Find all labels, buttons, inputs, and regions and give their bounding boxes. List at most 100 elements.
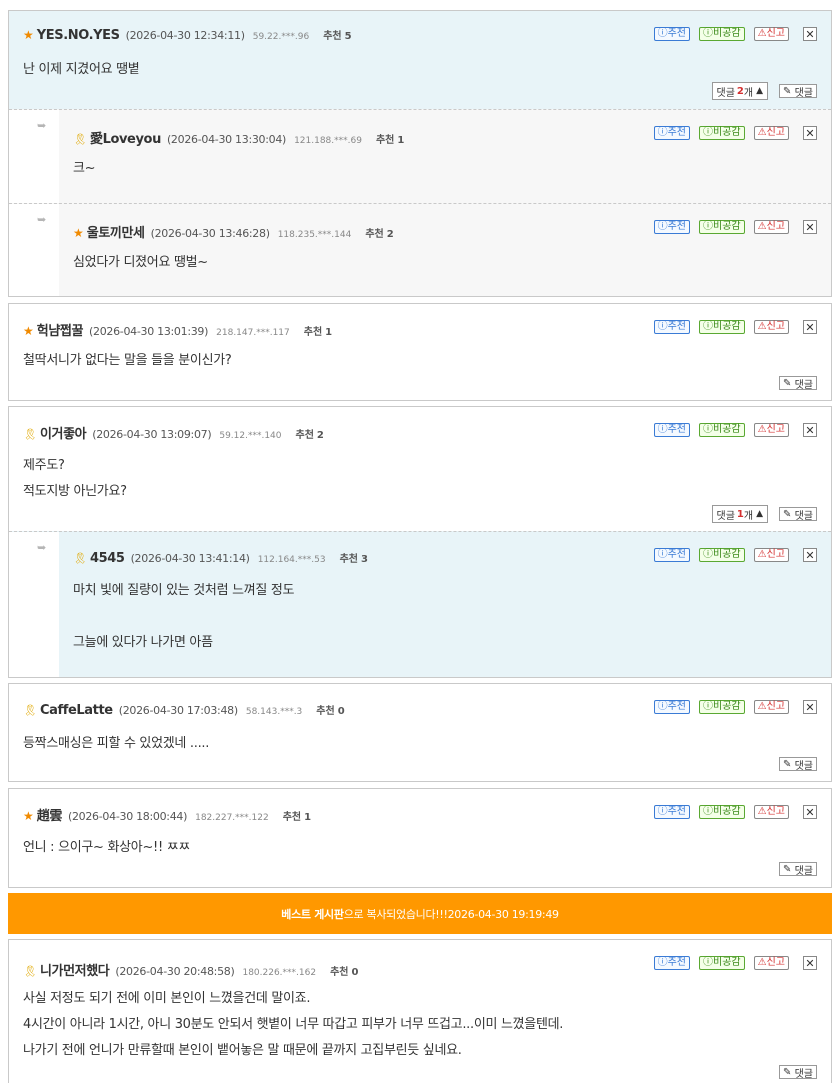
report-button[interactable]: ⚠ 신고 [753, 320, 789, 334]
close-icon[interactable]: ✕ [803, 27, 817, 41]
comment-date: (2026-04-30 13:01:39) [89, 325, 209, 338]
not-recommend-button[interactable]: ⓘ비공감 [699, 700, 745, 714]
best-board-link[interactable]: 베스트 게시판 [281, 906, 344, 922]
reply-button[interactable]: ✎ 댓글 [779, 376, 817, 391]
siren-icon: ⚠ [757, 701, 767, 712]
ribbon-badge-icon: 🎗 [23, 704, 37, 717]
comment-body: 사실 저정도 되기 전에 이미 본인이 느꼈을건데 말이죠. 4시간이 아니라 … [23, 991, 564, 1058]
reply-button[interactable]: ✎ 댓글 [779, 1065, 817, 1080]
pencil-icon: ✎ [783, 85, 792, 97]
reply-button[interactable]: ✎ 댓글 [779, 757, 817, 772]
close-icon[interactable]: ✕ [803, 126, 817, 140]
close-icon[interactable]: ✕ [803, 220, 817, 234]
report-button[interactable]: ⚠ 신고 [753, 805, 789, 819]
comment-author[interactable]: CaffeLatte [40, 703, 113, 718]
not-recommend-button[interactable]: ⓘ비공감 [699, 548, 745, 562]
comment-author[interactable]: 헉냠쩝꿀 [37, 320, 84, 339]
report-button[interactable]: ⚠ 신고 [753, 220, 789, 234]
ribbon-badge-icon: 🎗 [23, 428, 37, 441]
comment-ip: 59.12.***.140 [219, 431, 282, 441]
pencil-icon: ✎ [783, 758, 792, 770]
comment-ip: 180.226.***.162 [242, 968, 317, 978]
report-button[interactable]: ⚠ 신고 [753, 27, 789, 41]
comment-ip: 182.227.***.122 [195, 813, 269, 823]
comment-ip: 59.22.***.96 [252, 32, 310, 42]
comment-author[interactable]: 울토끼만세 [87, 222, 145, 241]
comment-actions: ⓘ추천 ⓘ비공감 ⚠ 신고 ✕ [645, 220, 817, 234]
reply-button[interactable]: ✎ 댓글 [779, 862, 817, 877]
comment-author[interactable]: 趙雲 [37, 805, 63, 824]
not-recommend-button[interactable]: ⓘ비공감 [699, 956, 745, 970]
comment-date: (2026-04-30 20:48:58) [115, 965, 235, 978]
comment-body: 언니 : 으이구~ 화상아~!! ㅉㅉ [23, 840, 191, 855]
not-recommend-button[interactable]: ⓘ비공감 [699, 27, 745, 41]
comment-actions: ⓘ추천 ⓘ비공감 ⚠ 신고 ✕ [645, 320, 817, 334]
comment-author[interactable]: 이거좋아 [40, 423, 87, 442]
siren-icon: ⚠ [757, 321, 767, 332]
comment-body: 난 이제 지겼어요 땡볕 [23, 62, 140, 77]
comment-thread: ★ 헉냠쩝꿀 (2026-04-30 13:01:39) 218.147.***… [8, 303, 832, 401]
comment-author[interactable]: 4545 [90, 551, 125, 566]
comment-ip: 58.143.***.3 [245, 707, 303, 717]
recommend-button[interactable]: ⓘ추천 [653, 548, 691, 562]
report-button[interactable]: ⚠ 신고 [753, 548, 789, 562]
triangle-up-icon: ▲ [756, 509, 764, 519]
comment-body: 크~ [73, 161, 96, 176]
comment-author[interactable]: YES.NO.YES [37, 28, 120, 43]
comment-date: (2026-04-30 13:41:14) [130, 552, 250, 565]
report-button[interactable]: ⚠ 신고 [753, 126, 789, 140]
report-button[interactable]: ⚠ 신고 [753, 423, 789, 437]
report-button[interactable]: ⚠ 신고 [753, 700, 789, 714]
reply-comment: ➥ 🎗 4545 (2026-04-30 13:41:14) 112.164.*… [9, 531, 831, 677]
report-button[interactable]: ⚠ 신고 [753, 956, 789, 970]
best-board-banner: 베스트 게시판 으로 복사되었습니다!!!2026-04-30 19:19:49 [8, 893, 832, 934]
reply-button[interactable]: ✎ 댓글 [779, 507, 817, 522]
comment: ★ 趙雲 (2026-04-30 18:00:44) 182.227.***.1… [9, 789, 831, 887]
recommend-button[interactable]: ⓘ추천 [653, 320, 691, 334]
recommend-count: 추천 2 [365, 229, 394, 240]
comment-footer: ✎ 댓글 [768, 862, 817, 877]
close-icon[interactable]: ✕ [803, 956, 817, 970]
recommend-button[interactable]: ⓘ추천 [653, 700, 691, 714]
reply-button[interactable]: ✎ 댓글 [779, 84, 817, 99]
recommend-button[interactable]: ⓘ추천 [653, 220, 691, 234]
close-icon[interactable]: ✕ [803, 805, 817, 819]
star-badge-icon: ★ [73, 226, 84, 240]
not-recommend-button[interactable]: ⓘ비공감 [699, 126, 745, 140]
close-icon[interactable]: ✕ [803, 548, 817, 562]
not-recommend-button[interactable]: ⓘ비공감 [699, 423, 745, 437]
close-icon[interactable]: ✕ [803, 423, 817, 437]
comment-author[interactable]: 니가먼저했다 [40, 960, 110, 979]
comment-actions: ⓘ추천 ⓘ비공감 ⚠ 신고 ✕ [645, 423, 817, 437]
close-icon[interactable]: ✕ [803, 320, 817, 334]
reply-count-toggle[interactable]: 댓글 1 개 ▲ [711, 505, 769, 523]
siren-icon: ⚠ [757, 957, 767, 968]
not-recommend-button[interactable]: ⓘ비공감 [699, 805, 745, 819]
pencil-icon: ✎ [783, 377, 792, 389]
reply-arrow-icon: ➥ [37, 213, 47, 226]
comment: ★ YES.NO.YES (2026-04-30 12:34:11) 59.22… [9, 11, 831, 109]
reply-count-toggle[interactable]: 댓글 2 개 ▲ [711, 82, 769, 100]
banner-text: 으로 복사되었습니다!!!2026-04-30 19:19:49 [343, 907, 559, 921]
comment: 🎗 이거좋아 (2026-04-30 13:09:07) 59.12.***.1… [9, 407, 831, 531]
recommend-count: 추천 0 [316, 706, 345, 717]
comment-actions: ⓘ추천 ⓘ비공감 ⚠ 신고 ✕ [645, 548, 817, 562]
not-recommend-button[interactable]: ⓘ비공감 [699, 220, 745, 234]
comment-actions: ⓘ추천 ⓘ비공감 ⚠ 신고 ✕ [645, 700, 817, 714]
recommend-count: 추천 0 [330, 967, 359, 978]
ribbon-badge-icon: 🎗 [23, 965, 37, 978]
comment-author[interactable]: 愛Loveyou [90, 128, 161, 147]
not-recommend-button[interactable]: ⓘ비공감 [699, 320, 745, 334]
star-badge-icon: ★ [23, 324, 34, 338]
recommend-button[interactable]: ⓘ추천 [653, 423, 691, 437]
comment-date: (2026-04-30 13:30:04) [166, 133, 287, 146]
close-icon[interactable]: ✕ [803, 700, 817, 714]
recommend-button[interactable]: ⓘ추천 [653, 956, 691, 970]
star-badge-icon: ★ [23, 809, 34, 823]
comment-actions: ⓘ추천 ⓘ비공감 ⚠ 신고 ✕ [645, 805, 817, 819]
comment-date: (2026-04-30 12:34:11) [125, 29, 245, 42]
recommend-count: 추천 2 [295, 430, 324, 441]
recommend-button[interactable]: ⓘ추천 [653, 126, 691, 140]
recommend-button[interactable]: ⓘ추천 [653, 805, 691, 819]
recommend-button[interactable]: ⓘ추천 [653, 27, 691, 41]
